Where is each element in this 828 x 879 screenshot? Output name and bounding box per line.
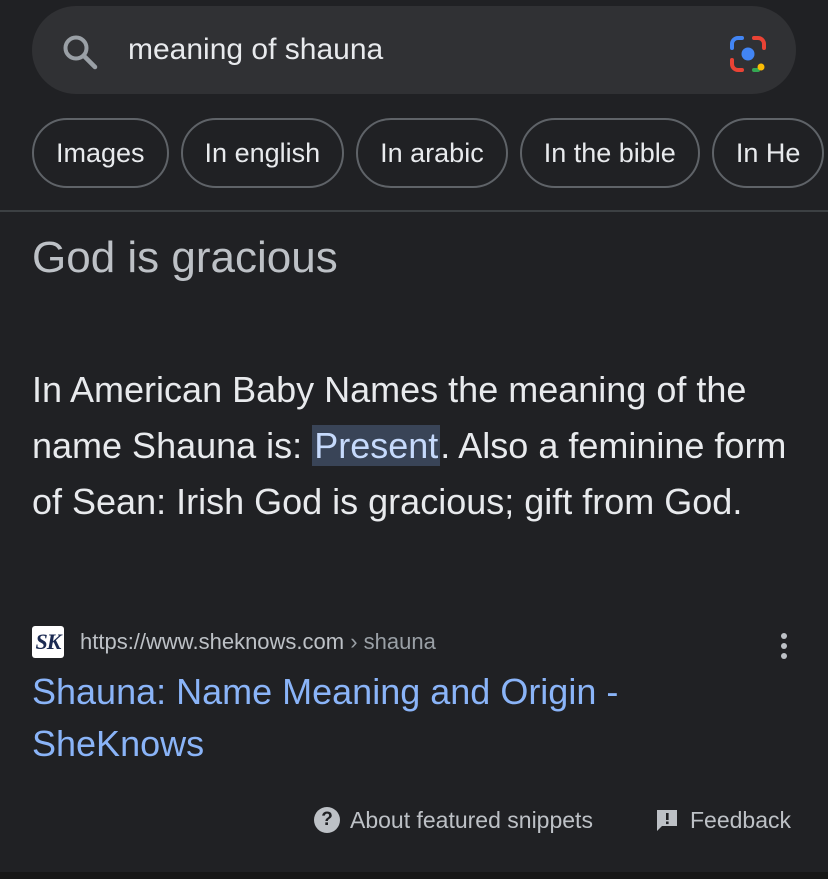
about-featured-snippets-label: About featured snippets xyxy=(350,807,593,833)
result-url-domain: https://www.sheknows.com xyxy=(80,629,345,654)
featured-answer: God is gracious xyxy=(32,233,338,282)
help-icon: ? xyxy=(314,807,340,833)
feedback-button[interactable]: Feedback xyxy=(654,803,791,837)
chip-in-english[interactable]: In english xyxy=(180,118,345,188)
site-favicon: SK xyxy=(32,626,64,658)
about-featured-snippets-button[interactable]: ? About featured snippets xyxy=(314,803,593,837)
chip-in-the-bible[interactable]: In the bible xyxy=(519,118,700,188)
filter-chips: Images In english In arabic In the bible In … xyxy=(32,118,828,190)
search-icon[interactable] xyxy=(60,32,100,72)
search-results-page: meaning of shauna Images In english In ara… xyxy=(0,0,828,879)
result-title-link[interactable]: Shauna: Name Meaning and Origin - SheKno… xyxy=(32,666,752,770)
google-lens-icon[interactable] xyxy=(728,34,768,74)
snippet-highlight: Present xyxy=(312,425,441,466)
chip-in-hebrew[interactable]: In He xyxy=(711,118,825,188)
result-url[interactable]: https://www.sheknows.com › shauna xyxy=(80,626,436,658)
search-bar[interactable]: meaning of shauna xyxy=(32,6,796,94)
chip-images[interactable]: Images xyxy=(32,118,169,188)
favicon-text: SK xyxy=(35,629,62,654)
divider xyxy=(0,210,828,212)
snippet-text: In American Baby Names the meaning of th… xyxy=(32,362,792,530)
search-input[interactable]: meaning of shauna xyxy=(128,30,383,70)
feedback-label: Feedback xyxy=(690,807,792,833)
chip-in-arabic[interactable]: In arabic xyxy=(356,118,508,188)
feedback-icon xyxy=(657,810,677,831)
result-url-path: › shauna xyxy=(344,629,436,654)
bottom-bar xyxy=(0,872,828,879)
more-vert-icon[interactable] xyxy=(772,630,796,662)
